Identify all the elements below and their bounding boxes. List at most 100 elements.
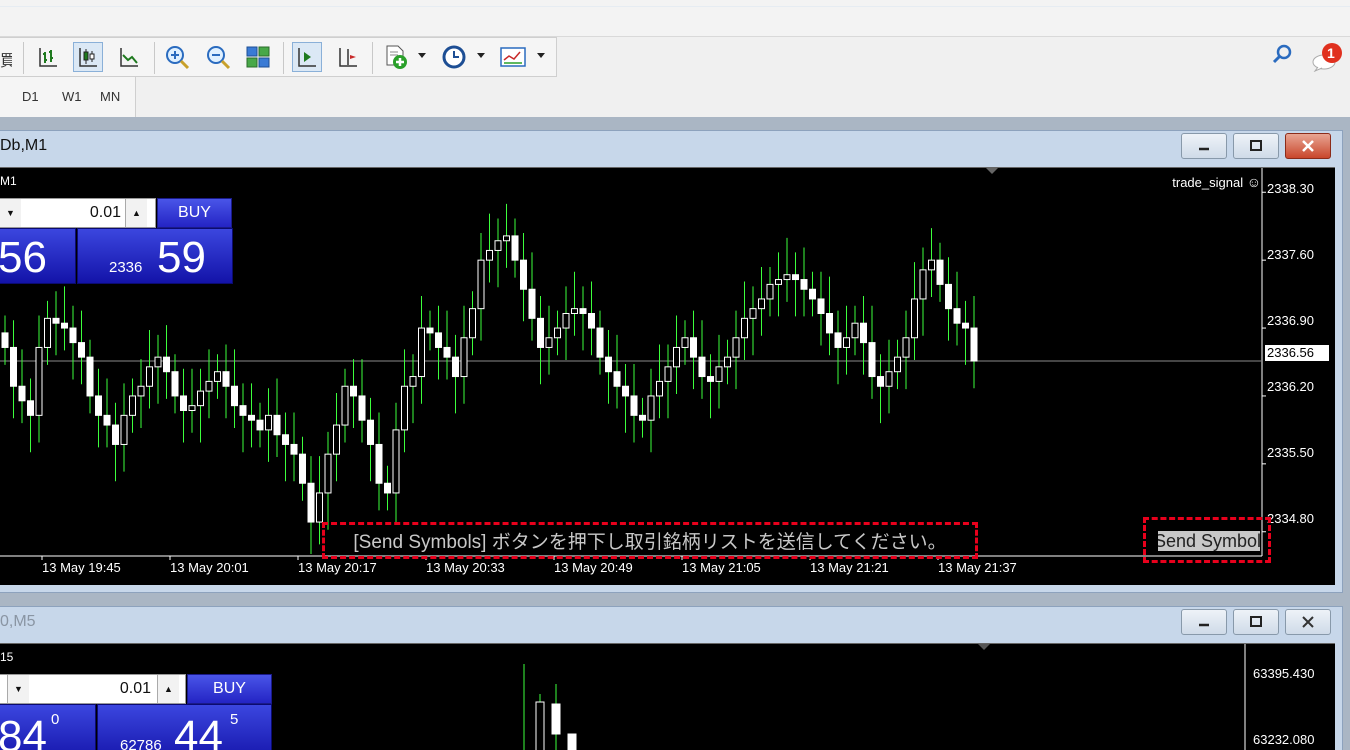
buy-price-sup: 5	[230, 711, 239, 728]
bear-candle	[18, 385, 26, 402]
notification-bubble-icon[interactable]: 1	[1310, 42, 1344, 73]
bear-candle	[945, 283, 952, 310]
templates-icon[interactable]	[498, 42, 528, 72]
maximize-icon	[1250, 140, 1262, 151]
candle	[551, 703, 561, 735]
lot-increase-button[interactable]: ▲	[125, 199, 147, 227]
bear-candle	[528, 288, 536, 319]
price-axis-label: 2337.60	[1267, 247, 1314, 262]
buy-price-button[interactable]: 62786 44 5	[97, 704, 272, 750]
chart-symbol-label: 15	[0, 650, 14, 664]
lot-decrease-button[interactable]: ▼	[7, 675, 29, 703]
bull-candle	[214, 371, 221, 382]
close-button[interactable]	[1285, 609, 1331, 635]
chart-toolbar: 買	[0, 37, 557, 77]
bear-candle	[290, 443, 298, 455]
bear-candle	[367, 419, 374, 445]
tile-windows-icon[interactable]	[243, 42, 273, 72]
bear-candle	[435, 332, 442, 348]
bear-candle	[86, 356, 94, 397]
chart-window-m5: 0,M5 15 ▼ 0.01 ▲ BUY 84 0 62786 44 5 633…	[0, 606, 1343, 750]
notification-count: 1	[1327, 45, 1335, 61]
time-axis-label: 13 May 21:21	[810, 560, 889, 575]
bull-candle	[265, 414, 272, 431]
close-button[interactable]	[1285, 133, 1331, 159]
buy-label-button[interactable]: BUY	[187, 674, 272, 704]
indicators-dropdown-arrow[interactable]	[418, 53, 426, 58]
bear-candle	[273, 414, 281, 436]
minimize-icon	[1199, 623, 1209, 627]
maximize-button[interactable]	[1233, 609, 1279, 635]
time-axis-label: 13 May 20:01	[170, 560, 249, 575]
bull-candle	[486, 249, 493, 261]
periods-clock-icon[interactable]	[439, 42, 469, 72]
price-axis-label: 63395.430	[1253, 666, 1315, 681]
cut-toolbar-glyph[interactable]: 買	[0, 47, 12, 71]
close-icon	[1302, 616, 1314, 628]
zoom-in-icon[interactable]	[162, 42, 192, 72]
lot-size-input[interactable]: 0.01	[35, 680, 151, 698]
time-axis-label: 13 May 20:49	[554, 560, 633, 575]
bear-candle	[588, 313, 595, 329]
sell-price-button[interactable]: 84 0	[0, 704, 96, 750]
price-axis-label: 2336.90	[1267, 313, 1314, 328]
line-chart-icon[interactable]	[114, 42, 144, 72]
price-chart-m5[interactable]: 15 ▼ 0.01 ▲ BUY 84 0 62786 44 5 63395.43…	[0, 643, 1335, 750]
zoom-out-icon[interactable]	[203, 42, 233, 72]
timeframe-mn[interactable]: MN	[100, 89, 120, 104]
send-symbols-button[interactable]: Send Symbols	[1158, 531, 1260, 551]
search-icon[interactable]	[1271, 44, 1293, 66]
bear-candle	[452, 356, 459, 378]
periods-dropdown-arrow[interactable]	[477, 53, 485, 58]
bear-candle	[936, 259, 944, 285]
bull-candle	[758, 298, 765, 310]
bear-candle	[239, 405, 247, 416]
bull-candle	[673, 346, 680, 368]
bull-candle	[494, 240, 502, 251]
indicator-label: trade_signal ☺	[1172, 174, 1261, 190]
bear-candle	[375, 443, 383, 484]
lot-increase-button[interactable]: ▲	[157, 675, 179, 703]
auto-scroll-icon[interactable]	[292, 42, 322, 72]
bear-candle	[69, 327, 77, 344]
bear-candle	[61, 322, 68, 329]
bull-candle	[129, 395, 136, 416]
lot-decrease-button[interactable]: ▼	[0, 199, 21, 227]
bear-candle	[630, 395, 638, 416]
lot-size-input[interactable]: 0.01	[29, 204, 121, 222]
time-axis-label: 13 May 20:33	[426, 560, 505, 575]
maximize-button[interactable]	[1233, 133, 1279, 159]
bull-candle	[554, 327, 561, 339]
bull-candle	[843, 337, 850, 348]
minimize-button[interactable]	[1181, 133, 1227, 159]
bull-candle	[647, 395, 655, 421]
current-price-label: 2336.56	[1265, 345, 1329, 361]
maximize-icon	[1250, 616, 1262, 627]
minimize-button[interactable]	[1181, 609, 1227, 635]
bear-candle	[307, 482, 315, 523]
bar-chart-icon[interactable]	[33, 42, 63, 72]
bull-candle	[316, 492, 323, 523]
bear-candle	[707, 376, 714, 382]
indicators-icon[interactable]	[381, 42, 411, 72]
templates-dropdown-arrow[interactable]	[537, 53, 545, 58]
buy-price-button[interactable]: 2336 59	[77, 228, 233, 284]
bull-candle	[656, 380, 663, 397]
sell-price-button[interactable]: 56	[0, 228, 76, 284]
bear-candle	[834, 332, 842, 348]
bull-candle	[469, 308, 476, 339]
chart-symbol-label: M1	[0, 174, 17, 188]
buy-label-button[interactable]: BUY	[157, 198, 232, 228]
price-chart[interactable]: M1 trade_signal ☺ ▼ 0.01 ▲ BUY 56 2336 5…	[0, 167, 1335, 585]
bear-candle	[809, 288, 816, 300]
timeframe-d1[interactable]: D1	[22, 89, 39, 104]
timeframe-w1[interactable]: W1	[62, 89, 82, 104]
bear-candle	[868, 342, 876, 378]
bear-candle	[613, 371, 621, 387]
chart-shift-icon[interactable]	[333, 42, 363, 72]
bear-candle	[299, 453, 306, 484]
bull-candle	[885, 371, 893, 387]
candlestick-chart-icon[interactable]	[73, 42, 103, 72]
price-axis-label: 2338.30	[1267, 181, 1314, 196]
bear-candle	[163, 356, 170, 373]
